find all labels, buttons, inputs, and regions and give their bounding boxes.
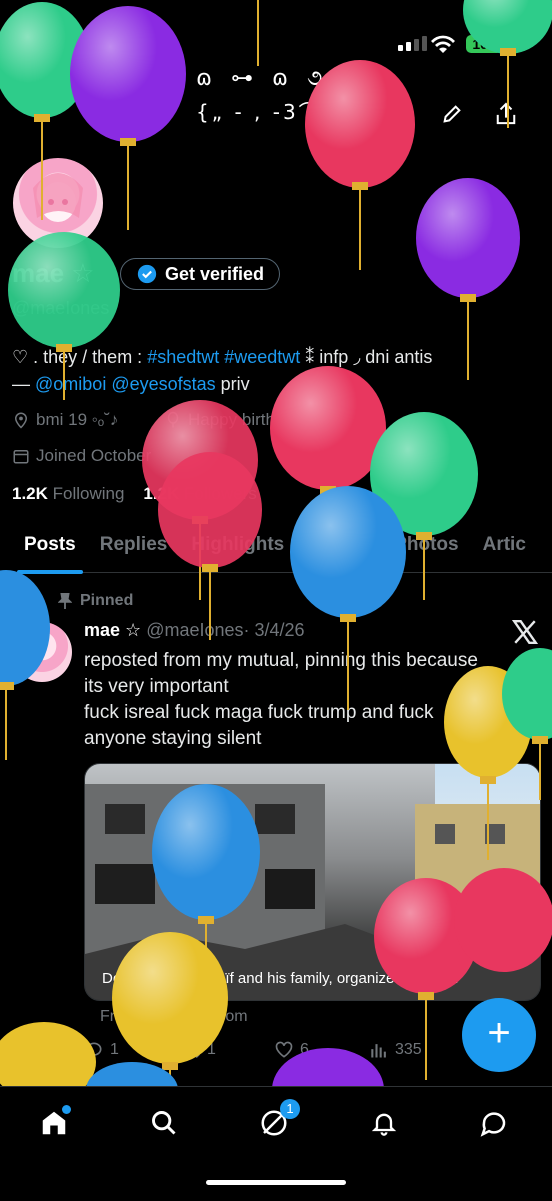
notifications-icon [371,1113,397,1136]
nav-explore[interactable] [146,1105,182,1141]
nav-notifications[interactable] [366,1105,402,1141]
x-logo-icon [511,619,539,649]
like-icon [275,1041,293,1058]
profile-birthday: Happy birthday! [164,410,307,430]
followers-label: Followers [184,484,257,503]
like-button[interactable]: 6 [274,1040,369,1060]
nav-home[interactable] [36,1105,72,1141]
tab-highlights[interactable]: Highlights [179,520,296,572]
post-author-handle[interactable]: @maeIones [146,620,243,640]
share-button[interactable] [488,96,524,132]
bio-hashtag-shedtwt[interactable]: #shedtwt [147,347,219,367]
post-text-line: fuck isreal fuck maga fuck trump and fuc… [84,702,434,723]
verified-check-icon [137,264,157,284]
location-arrow-icon [123,36,138,50]
search-icon [388,104,408,124]
home-indicator [206,1180,346,1185]
messages-icon [480,1112,506,1137]
get-verified-button[interactable]: Get verified [120,258,280,290]
compose-button[interactable]: + [462,998,536,1072]
banner-text-line1: ɷ ⊶ ɷ ૭ ᶻ [196,66,356,91]
pin-icon [58,593,72,609]
bio-hashtag-weedtwt[interactable]: #weedtwt [224,347,300,367]
profile-joined: Joined October [12,446,151,466]
tab-posts[interactable]: Posts [0,520,88,572]
bio-mention-eyesofstas[interactable]: @eyesofstas [111,374,215,394]
post-text-line: its very important [84,676,229,697]
profile-handle: @maeIones [12,298,110,318]
location-text: bmi 19 ◦ₒ˘♪ [36,410,119,429]
status-time: 04:53 [56,30,139,56]
like-count: 6 [300,1041,309,1058]
follow-counts: 1.2K Following 1.2K Followers [12,484,257,504]
post-text-line: reposted from my mutual, pinning this be… [84,650,478,671]
home-unread-dot [62,1105,71,1114]
search-button[interactable] [380,96,416,132]
views-button[interactable]: 335 [369,1040,464,1060]
profile-name: mae ☆ [12,258,95,288]
pinned-label: Pinned [58,592,133,610]
time-text: 04:53 [56,30,115,55]
repost-button[interactable]: 1 [179,1040,274,1060]
tab-articles[interactable]: Artic [471,520,538,572]
post-text: reposted from my mutual, pinning this be… [84,648,524,752]
followers-count: 1.2K [143,484,180,503]
tab-replies[interactable]: Replies [88,520,180,572]
tab-videos[interactable]: Videos [296,520,382,572]
nav-messages[interactable] [476,1105,512,1141]
bio-mid: ⁑ infp ◞ dni antis [300,347,433,367]
share-icon [496,102,516,125]
balloon-icon [167,411,179,428]
card-caption: Donate to Help Naïf and his family, orga… [102,970,459,987]
views-count: 335 [395,1041,422,1058]
post-header: mae ☆ @maeIones· 3/4/26 [84,620,305,641]
bio-dash: — [12,374,36,394]
location-pin-icon [14,412,28,429]
post-date: · 3/4/26 [243,620,305,640]
post-author-name[interactable]: mae ☆ [84,620,141,640]
followers-link[interactable]: 1.2K Followers [143,484,256,503]
profile-bio: ♡ . they / them : #shedtwt #weedtwt ⁑ in… [12,344,542,398]
repost-count: 1 [207,1041,216,1058]
signal-icon [398,36,427,51]
explore-icon [152,1111,176,1135]
bio-prefix: ♡ . they / them : [12,347,148,367]
building-rubble-image [85,784,540,1000]
get-verified-label: Get verified [165,263,265,284]
bio-end: priv [215,374,250,394]
profile-tabs: Posts Replies Highlights Videos Photos A… [0,520,552,573]
reply-button[interactable]: 1 [84,1040,179,1060]
banner-text-line2: {„ - , -3⌒) [196,100,333,124]
repost-icon [180,1042,200,1058]
plus-icon: + [487,1011,511,1055]
post-actions: 1 1 6 335 [84,1040,524,1060]
post-avatar[interactable] [12,622,72,682]
bio-mention-omiboi[interactable]: @omiboi [35,374,106,394]
calendar-icon [13,450,29,464]
post-text-line: anyone staying silent [84,728,262,749]
link-card-image[interactable] [84,763,541,1001]
nav-grok[interactable]: 1 [256,1099,300,1141]
reply-icon [86,1042,102,1059]
reply-count: 1 [110,1041,119,1058]
birthday-text: Happy birthday! [188,410,308,429]
views-icon [371,1044,386,1058]
joined-text: Joined October [36,446,152,465]
edit-pencil-icon [443,105,461,123]
following-label: Following [52,484,125,503]
following-link[interactable]: 1.2K Following [12,484,124,503]
avatar[interactable] [10,155,106,251]
following-count: 1.2K [12,484,48,503]
pinned-text: Pinned [80,592,134,609]
profile-location: bmi 19 ◦ₒ˘♪ [12,410,118,430]
battery-icon: 100 [466,35,502,53]
card-source[interactable]: From gofundme.com [100,1008,248,1026]
edit-profile-button[interactable] [434,96,470,132]
tab-photos[interactable]: Photos [382,520,470,572]
active-tab-indicator [17,570,83,574]
messages-badge: 1 [280,1099,300,1119]
wifi-icon [430,34,456,59]
